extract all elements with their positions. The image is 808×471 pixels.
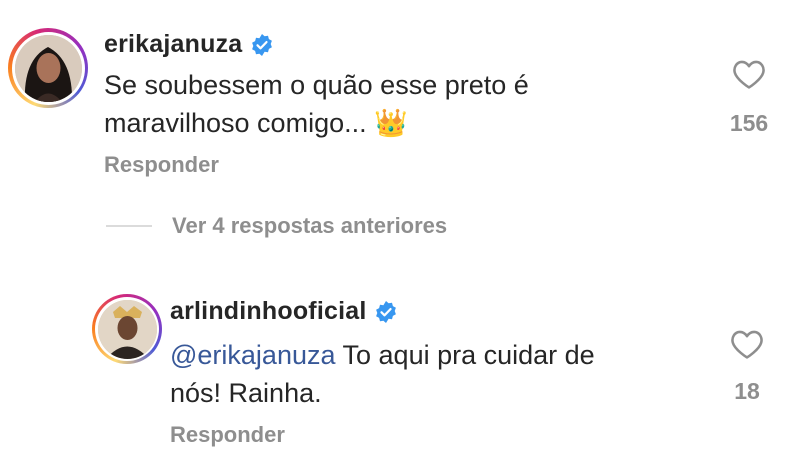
- comment-text: Se soubessem o quão esse preto é maravil…: [104, 70, 529, 138]
- heart-icon[interactable]: [732, 58, 766, 90]
- mention-link[interactable]: @erikajanuza: [170, 340, 336, 370]
- username[interactable]: arlindinhooficial: [170, 297, 398, 326]
- username-text[interactable]: erikajanuza: [104, 30, 242, 59]
- divider-line: [106, 225, 152, 227]
- avatar: [97, 299, 157, 359]
- view-previous-replies[interactable]: Ver 4 respostas anteriores: [106, 213, 447, 239]
- reply-button[interactable]: Responder: [104, 152, 219, 178]
- username[interactable]: erikajanuza: [104, 30, 274, 59]
- verified-badge-icon: [376, 300, 397, 323]
- like-button[interactable]: 18: [720, 328, 774, 405]
- avatar-story-ring[interactable]: [8, 28, 88, 108]
- heart-icon[interactable]: [730, 328, 764, 360]
- reply-button[interactable]: Responder: [170, 422, 285, 448]
- verified-badge-icon: [252, 33, 273, 56]
- like-button[interactable]: 156: [722, 58, 776, 137]
- avatar-story-ring[interactable]: [92, 294, 162, 364]
- like-count: 156: [729, 110, 769, 136]
- avatar: [14, 34, 82, 102]
- username-text[interactable]: arlindinhooficial: [170, 297, 366, 326]
- like-count: 18: [734, 378, 760, 404]
- comment-text: @erikajanuza To aqui pra cuidar de nós! …: [170, 336, 650, 412]
- view-replies-label[interactable]: Ver 4 respostas anteriores: [172, 213, 447, 239]
